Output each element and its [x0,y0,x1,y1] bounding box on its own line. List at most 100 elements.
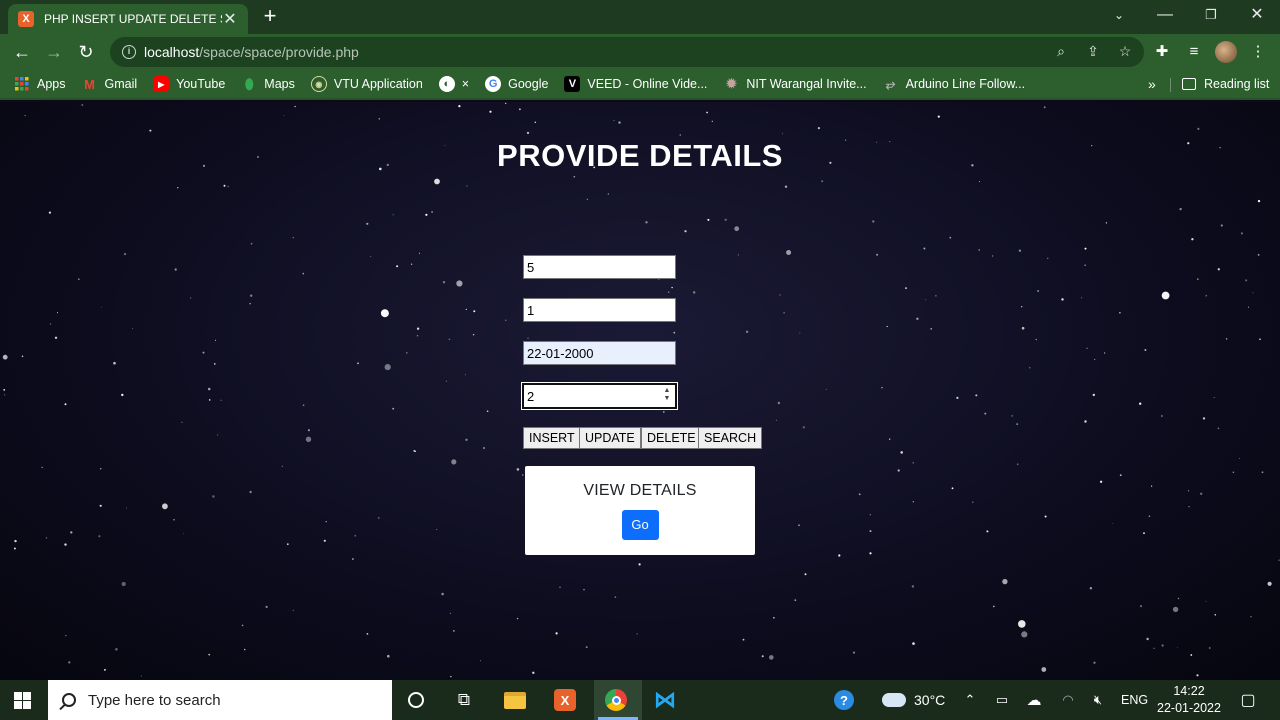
number-field[interactable]: ▲▼ [521,382,678,410]
share-icon[interactable]: ⇪ [1084,42,1102,60]
update-button[interactable]: UPDATE [579,427,641,449]
star [1011,415,1013,417]
star [876,253,879,256]
tab-search-chevron-icon[interactable]: ⌄ [1096,0,1142,32]
star [1119,474,1122,477]
star [449,612,452,615]
insert-button[interactable]: INSERT [523,427,581,449]
battery-icon[interactable]: ▭ [990,688,1014,712]
star [711,120,713,122]
back-arrow-icon[interactable]: ← [8,38,36,66]
field-input-1[interactable] [523,255,676,279]
number-input[interactable] [524,385,654,407]
bookmark-apps[interactable]: Apps [14,76,66,92]
zoom-icon[interactable]: ⌕ [1052,42,1070,60]
star [1105,222,1107,224]
bookmark-google[interactable]: G Google [485,76,548,92]
wifi-icon[interactable]: ◠ [1056,688,1080,712]
star [532,671,535,674]
bookmark-maps[interactable]: ⬮ Maps [241,76,295,92]
date-input[interactable] [523,341,676,365]
url-path: /space/space/provide.php [199,44,359,60]
notifications-icon[interactable]: ▢ [1236,688,1260,712]
bookmark-youtube[interactable]: ▶ YouTube [153,76,225,92]
star [900,451,903,454]
star [1200,492,1203,495]
go-button[interactable]: Go [621,510,659,540]
file-explorer-icon[interactable] [503,688,527,712]
star [70,531,73,534]
onedrive-cloud-icon[interactable]: ☁ [1022,688,1046,712]
star [48,211,52,214]
star [392,214,394,216]
site-info-icon[interactable]: i [122,45,136,59]
star [1191,238,1194,241]
forward-arrow-icon[interactable]: → [40,38,68,66]
star [935,295,937,297]
field-input-2[interactable] [523,298,676,322]
stepper-down-icon[interactable]: ▼ [664,395,671,402]
bookmark-label: VEED - Online Vide... [587,77,708,91]
address-bar[interactable]: i localhost/space/space/provide.php ⌕ ⇪ … [110,37,1144,67]
star [1172,606,1179,613]
page-title: PROVIDE DETAILS [497,138,783,173]
bookmark-nit[interactable]: ✹ NIT Warangal Invite... [723,76,867,92]
star [905,287,907,290]
windows-start-icon[interactable] [14,692,32,709]
cortana-icon[interactable] [404,688,428,712]
taskbar-clock[interactable]: 14:22 22-01-2022 [1150,683,1228,717]
taskbar-search-box[interactable]: Type here to search [48,680,392,720]
reload-icon[interactable]: ↻ [72,38,100,66]
profile-avatar[interactable] [1215,41,1237,63]
chrome-app-icon[interactable] [604,688,628,712]
bookmark-veed[interactable]: V VEED - Online Vide... [564,76,707,92]
star [573,175,576,178]
star [1205,600,1207,602]
favicon-letter: X [22,13,30,25]
star [410,263,413,265]
stepper-up-icon[interactable]: ▲ [664,387,671,394]
star [1018,620,1026,628]
tray-chevron-up-icon[interactable]: ⌃ [958,688,982,712]
reading-list-button[interactable]: Reading list [1182,70,1269,98]
star [978,249,981,251]
star [1261,471,1264,474]
star [2,354,8,360]
volume-muted-icon[interactable]: 🔇︎ [1086,688,1110,712]
media-queue-icon[interactable]: ≡ [1183,41,1205,63]
star [1021,306,1023,308]
number-stepper[interactable]: ▲ ▼ [662,387,672,405]
extensions-puzzle-icon[interactable]: ✚ [1151,41,1173,63]
more-bookmarks-chevron[interactable]: » [1148,70,1156,98]
xampp-app-icon[interactable]: X [553,688,577,712]
browser-menu-icon[interactable]: ⋮ [1247,41,1269,63]
star [54,336,58,339]
help-icon[interactable]: ? [832,688,856,712]
delete-button[interactable]: DELETE [641,427,702,449]
star [775,419,777,421]
task-view-icon[interactable]: ⧉ [452,688,476,712]
restore-icon[interactable]: ❐ [1188,0,1234,32]
bookmarks-divider [1170,78,1171,92]
window-close-icon[interactable]: ✕ [1234,0,1280,32]
star [618,121,621,124]
vscode-app-icon[interactable]: ⋈ [653,687,677,712]
star [924,299,926,301]
star [1035,338,1037,341]
star [825,389,827,390]
new-tab-icon[interactable]: + [258,5,282,29]
search-button[interactable]: SEARCH [698,427,763,449]
star [1188,506,1190,508]
bookmark-globe[interactable]: ◐ × [438,76,469,92]
language-indicator[interactable]: ENG [1121,680,1148,720]
weather-widget[interactable]: 30°C [882,680,945,720]
bookmark-gmail[interactable]: M Gmail [82,76,137,92]
minimize-icon[interactable]: — [1142,0,1188,32]
bookmark-star-icon[interactable]: ☆ [1116,42,1134,60]
bookmark-vtu[interactable]: ◉ VTU Application [310,76,423,92]
bookmark-arduino[interactable]: ⥂ Arduino Line Follow... [883,76,1025,92]
star [1144,349,1147,351]
bookmark-label: YouTube [176,77,226,91]
browser-tab-active[interactable]: X PHP INSERT UPDATE DELETE SEA ✕ [8,4,248,34]
close-tab-icon[interactable]: ✕ [222,9,238,29]
